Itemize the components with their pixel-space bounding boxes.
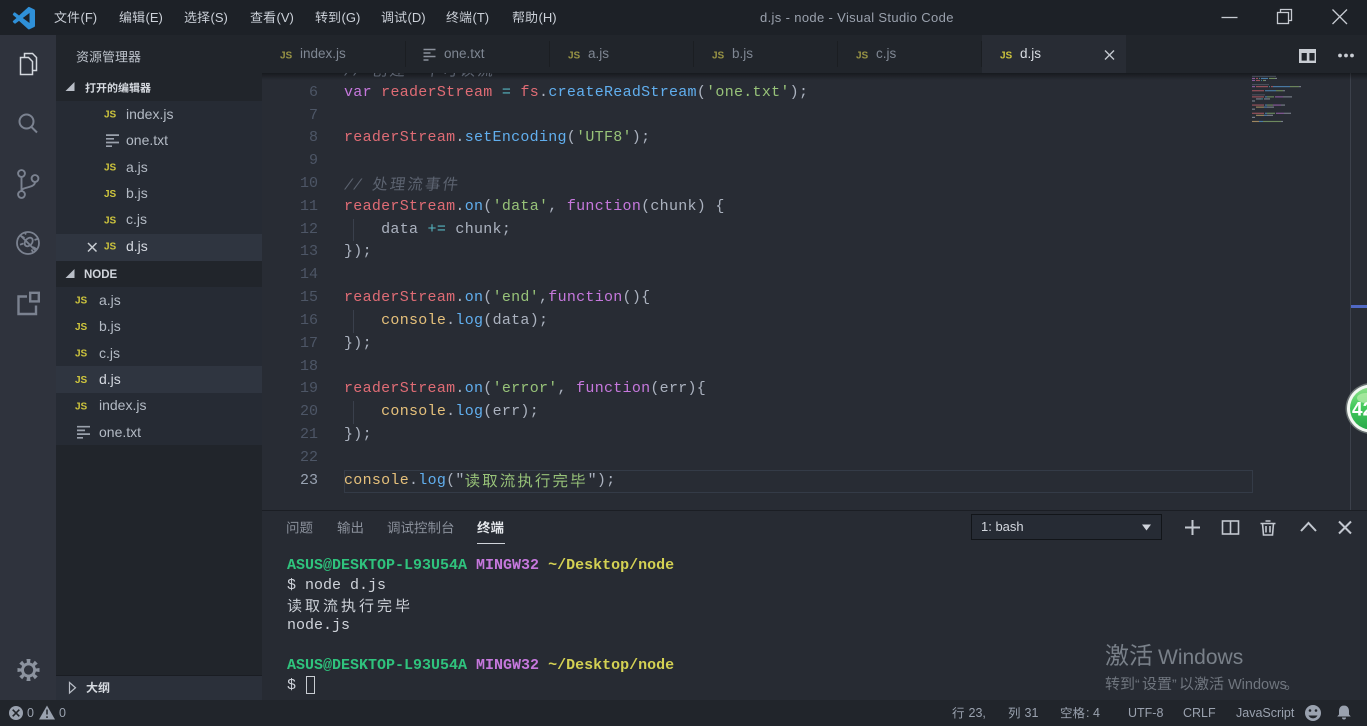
svg-text:JS: JS <box>280 51 293 62</box>
svg-text:NODE: NODE <box>84 269 118 281</box>
svg-text:JS: JS <box>104 242 117 253</box>
svg-text:JS: JS <box>104 110 117 121</box>
svg-text:(E): (E) <box>146 10 163 25</box>
svg-text:“: “ <box>1135 676 1140 692</box>
svg-text:JS: JS <box>75 349 88 360</box>
svg-text:(D): (D) <box>408 10 426 25</box>
svg-text:(G): (G) <box>342 10 361 25</box>
svg-text:JS: JS <box>75 375 88 386</box>
svg-text:JS: JS <box>75 322 88 333</box>
svg-text:JS: JS <box>104 189 117 200</box>
svg-text:JS: JS <box>1000 51 1013 62</box>
svg-text:Windows: Windows <box>1228 677 1287 693</box>
svg-text:JS: JS <box>856 51 869 62</box>
svg-text:Windows: Windows <box>1158 646 1243 669</box>
svg-text:(S): (S) <box>211 10 228 25</box>
svg-text:(T): (T) <box>473 10 490 25</box>
svg-text:JS: JS <box>104 215 117 226</box>
svg-text:JS: JS <box>712 51 725 62</box>
svg-text:JS: JS <box>104 163 117 174</box>
svg-text:(H): (H) <box>539 10 557 25</box>
svg-text:42: 42 <box>1352 400 1367 421</box>
svg-text:JS: JS <box>75 296 88 307</box>
svg-text:(F): (F) <box>81 10 98 25</box>
svg-text://: // <box>344 63 363 80</box>
svg-text://: // <box>344 178 363 195</box>
svg-text:”: ” <box>1172 676 1177 692</box>
svg-text:JS: JS <box>568 51 581 62</box>
svg-text:JS: JS <box>75 401 88 412</box>
svg-text:(V): (V) <box>277 10 294 25</box>
